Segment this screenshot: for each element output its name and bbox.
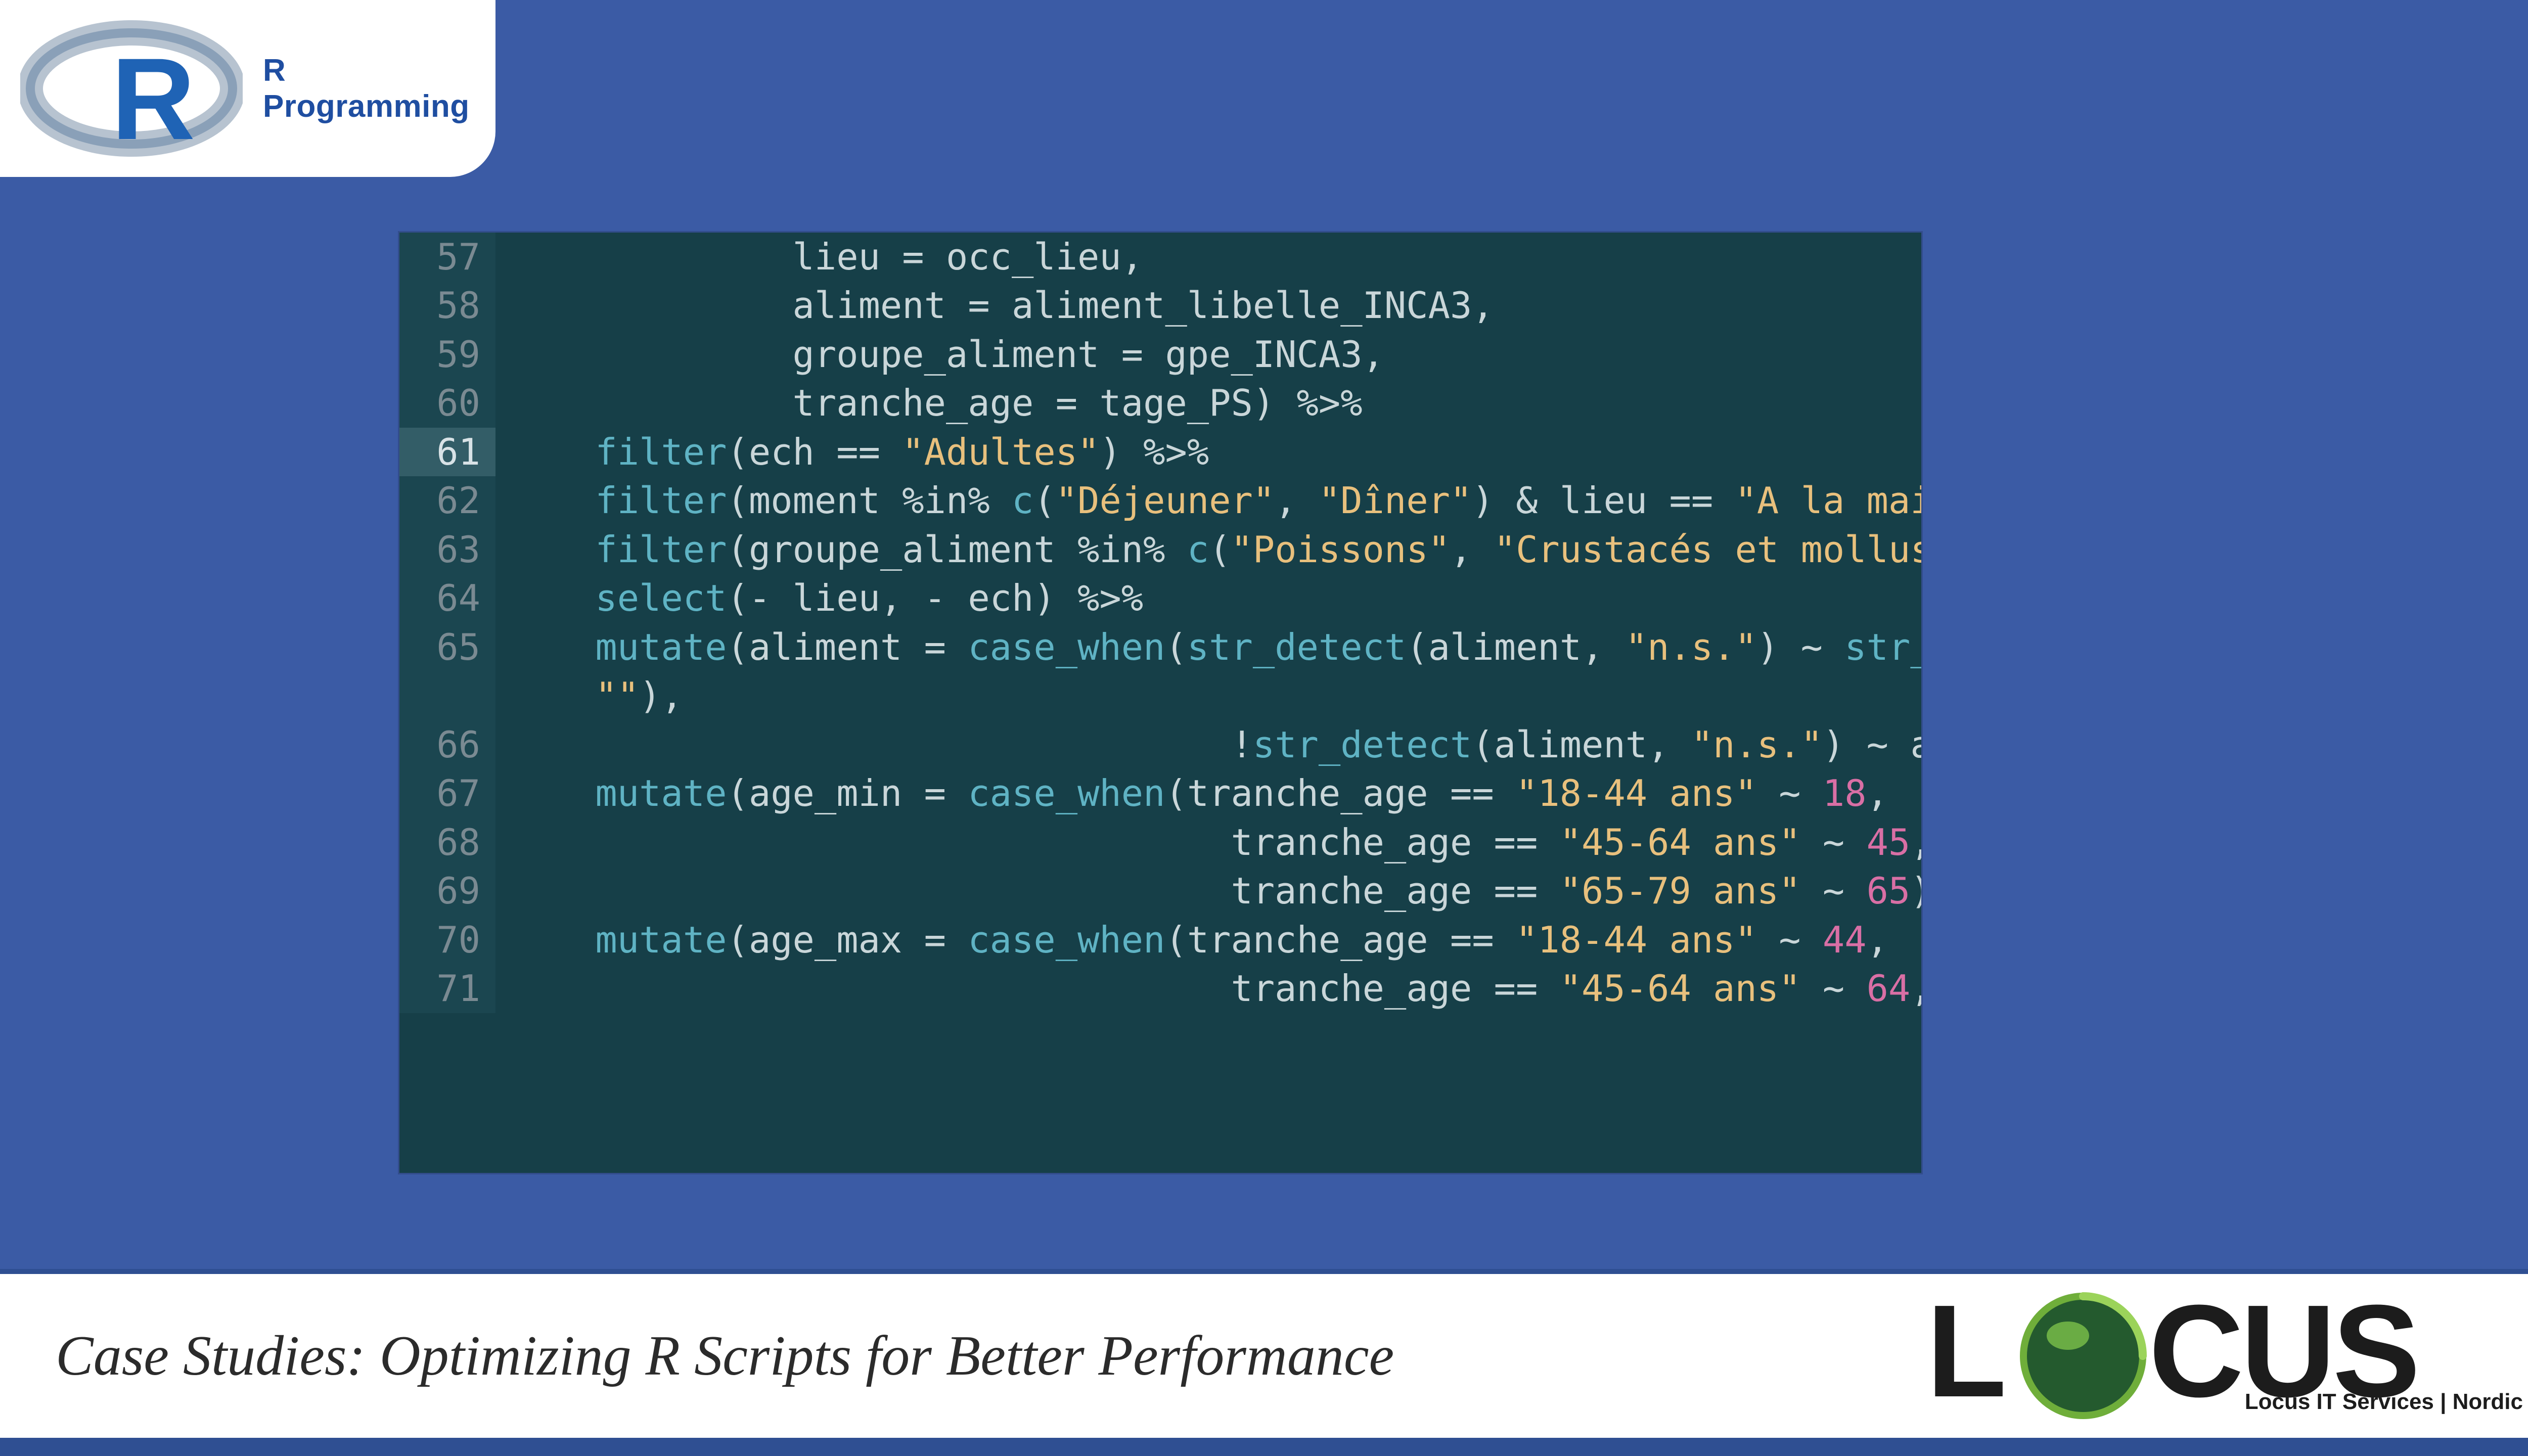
header-logo-label: R Programming bbox=[263, 53, 495, 124]
line-number: 66 bbox=[399, 720, 495, 769]
header-logo-card: R R Programming bbox=[0, 0, 495, 177]
code-content: tranche_age == "45-64 ans" ~ 64, bbox=[495, 964, 1921, 1013]
code-line: 62 filter(moment %in% c("Déjeuner", "Dîn… bbox=[399, 476, 1921, 525]
line-number: 65 bbox=[399, 623, 495, 671]
company-tagline: Locus IT Services | Nordic bbox=[2245, 1389, 2523, 1415]
code-line: 65 mutate(aliment = case_when(str_detect… bbox=[399, 623, 1921, 671]
line-number: 71 bbox=[399, 964, 495, 1013]
r-logo-icon: R bbox=[20, 13, 243, 164]
code-line: 69 tranche_age == "65-79 ans" ~ 65)) %>% bbox=[399, 867, 1921, 915]
line-number: 57 bbox=[399, 233, 495, 281]
code-line: 58 aliment = aliment_libelle_INCA3, bbox=[399, 281, 1921, 330]
code-line: 68 tranche_age == "45-64 ans" ~ 45, bbox=[399, 818, 1921, 867]
code-line: 57 lieu = occ_lieu, bbox=[399, 233, 1921, 281]
code-content: !str_detect(aliment, "n.s.") ~ aliment))… bbox=[495, 720, 1921, 769]
code-line: 67 mutate(age_min = case_when(tranche_ag… bbox=[399, 769, 1921, 817]
code-line: 63 filter(groupe_aliment %in% c("Poisson… bbox=[399, 525, 1921, 574]
code-content: tranche_age == "65-79 ans" ~ 65)) %>% bbox=[495, 867, 1921, 915]
locus-letter-l: L bbox=[1926, 1280, 2007, 1425]
code-line: 70 mutate(age_max = case_when(tranche_ag… bbox=[399, 916, 1921, 964]
code-content: filter(groupe_aliment %in% c("Poissons",… bbox=[495, 525, 1921, 574]
code-line: 66 !str_detect(aliment, "n.s.") ~ alimen… bbox=[399, 720, 1921, 769]
line-number bbox=[399, 671, 495, 720]
code-line: 61 filter(ech == "Adultes") %>% bbox=[399, 428, 1921, 476]
line-number: 70 bbox=[399, 916, 495, 964]
slide-caption: Case Studies: Optimizing R Scripts for B… bbox=[56, 1324, 1394, 1389]
line-number: 64 bbox=[399, 574, 495, 622]
svg-text:R: R bbox=[111, 34, 195, 164]
line-number: 62 bbox=[399, 476, 495, 525]
code-content: filter(moment %in% c("Déjeuner", "Dîner"… bbox=[495, 476, 1921, 525]
line-number: 60 bbox=[399, 379, 495, 427]
code-line: 59 groupe_aliment = gpe_INCA3, bbox=[399, 330, 1921, 379]
code-content: filter(ech == "Adultes") %>% bbox=[495, 428, 1921, 476]
slide-stage: R R Programming 57 lieu = occ_lieu,58 al… bbox=[0, 0, 2528, 1456]
code-panel: 57 lieu = occ_lieu,58 aliment = aliment_… bbox=[399, 233, 1921, 1173]
code-content: select(- lieu, - ech) %>% bbox=[495, 574, 1921, 622]
code-line: 71 tranche_age == "45-64 ans" ~ 64, bbox=[399, 964, 1921, 1013]
line-number: 58 bbox=[399, 281, 495, 330]
line-number: 69 bbox=[399, 867, 495, 915]
line-number: 67 bbox=[399, 769, 495, 817]
code-content: aliment = aliment_libelle_INCA3, bbox=[495, 281, 1921, 330]
code-content: mutate(age_min = case_when(tranche_age =… bbox=[495, 769, 1921, 817]
code-content: ""), bbox=[495, 671, 1921, 720]
footer-bar: Case Studies: Optimizing R Scripts for B… bbox=[0, 1269, 2528, 1456]
line-number: 63 bbox=[399, 525, 495, 574]
code-line: 64 select(- lieu, - ech) %>% bbox=[399, 574, 1921, 622]
code-content: lieu = occ_lieu, bbox=[495, 233, 1921, 281]
code-content: groupe_aliment = gpe_INCA3, bbox=[495, 330, 1921, 379]
line-number: 59 bbox=[399, 330, 495, 379]
line-number: 61 bbox=[399, 428, 495, 476]
line-number: 68 bbox=[399, 818, 495, 867]
code-content: tranche_age == "45-64 ans" ~ 45, bbox=[495, 818, 1921, 867]
code-line: 60 tranche_age = tage_PS) %>% bbox=[399, 379, 1921, 427]
code-line: ""), bbox=[399, 671, 1921, 720]
code-content: tranche_age = tage_PS) %>% bbox=[495, 379, 1921, 427]
code-content: mutate(aliment = case_when(str_detect(al… bbox=[495, 623, 1921, 671]
code-content: mutate(age_max = case_when(tranche_age =… bbox=[495, 916, 1921, 964]
